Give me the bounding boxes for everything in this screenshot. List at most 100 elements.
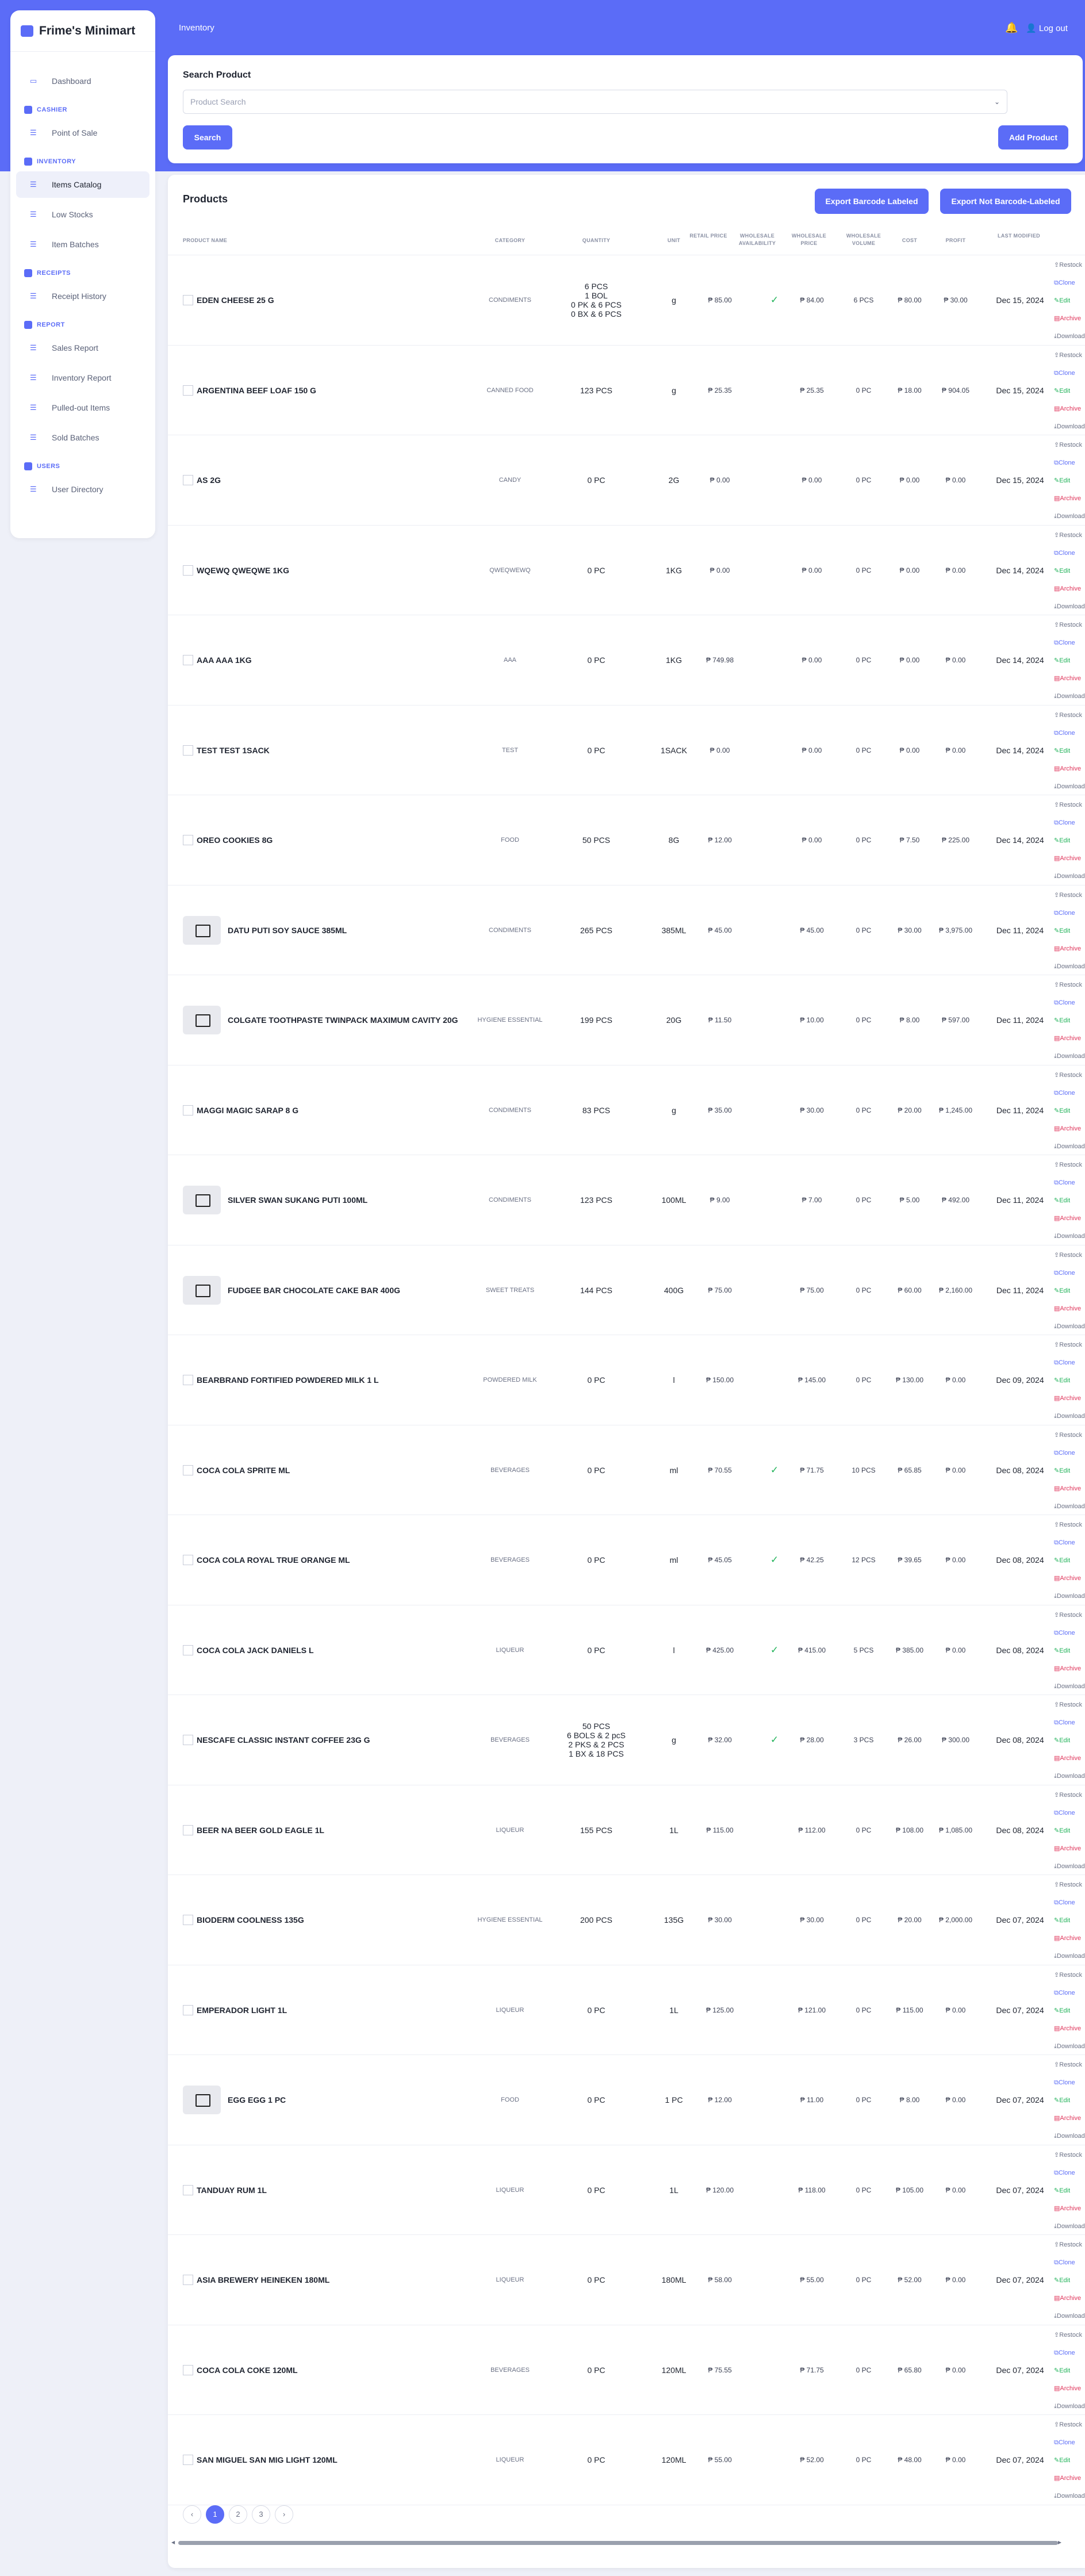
clone-button[interactable]: ⧉Clone <box>1054 1984 1085 2002</box>
restock-button[interactable]: ⇪Restock <box>1054 2056 1085 2074</box>
restock-button[interactable]: ⇪Restock <box>1054 2326 1085 2344</box>
col-product-name[interactable]: PRODUCT NAME <box>183 237 227 244</box>
sidebar-item-low-stocks[interactable]: ☰ Low Stocks <box>16 201 149 228</box>
archive-button[interactable]: ▤Archive <box>1054 940 1085 958</box>
archive-button[interactable]: ▤Archive <box>1054 490 1085 508</box>
clone-button[interactable]: ⧉Clone <box>1054 1534 1085 1552</box>
col-category[interactable]: CATEGORY <box>481 237 539 244</box>
archive-button[interactable]: ▤Archive <box>1054 2200 1085 2218</box>
archive-button[interactable]: ▤Archive <box>1054 2020 1085 2038</box>
download-button[interactable]: ⤓Download <box>1054 868 1085 885</box>
archive-button[interactable]: ▤Archive <box>1054 760 1085 778</box>
restock-button[interactable]: ⇪Restock <box>1054 527 1085 545</box>
clone-button[interactable]: ⧉Clone <box>1054 724 1085 742</box>
archive-button[interactable]: ▤Archive <box>1054 670 1085 688</box>
download-button[interactable]: ⤓Download <box>1054 1138 1085 1156</box>
restock-button[interactable]: ⇪Restock <box>1054 256 1085 274</box>
archive-button[interactable]: ▤Archive <box>1054 2470 1085 2487</box>
edit-button[interactable]: ✎Edit <box>1054 652 1085 670</box>
col-wholesale-availability[interactable]: WHOLESALE AVAILABILITY <box>723 232 792 247</box>
edit-button[interactable]: ✎Edit <box>1054 292 1085 310</box>
brand[interactable]: Frime's Minimart <box>10 10 155 52</box>
restock-button[interactable]: ⇪Restock <box>1054 1067 1085 1084</box>
clone-button[interactable]: ⧉Clone <box>1054 1804 1085 1822</box>
sidebar-item-items-catalog[interactable]: ☰ Items Catalog <box>16 171 149 198</box>
download-button[interactable]: ⤓Download <box>1054 2128 1085 2145</box>
clone-button[interactable]: ⧉Clone <box>1054 274 1085 292</box>
restock-button[interactable]: ⇪Restock <box>1054 436 1085 454</box>
download-button[interactable]: ⤓Download <box>1054 778 1085 796</box>
archive-button[interactable]: ▤Archive <box>1054 1300 1085 1318</box>
col-wholesale-price[interactable]: WHOLESALE PRICE <box>786 232 832 247</box>
clone-button[interactable]: ⧉Clone <box>1054 2164 1085 2182</box>
clone-button[interactable]: ⧉Clone <box>1054 1894 1085 1912</box>
clone-button[interactable]: ⧉Clone <box>1054 994 1085 1012</box>
col-cost[interactable]: COST <box>890 237 930 244</box>
clone-button[interactable]: ⧉Clone <box>1054 1084 1085 1102</box>
archive-button[interactable]: ▤Archive <box>1054 400 1085 418</box>
clone-button[interactable]: ⧉Clone <box>1054 454 1085 472</box>
edit-button[interactable]: ✎Edit <box>1054 832 1085 850</box>
archive-button[interactable]: ▤Archive <box>1054 2110 1085 2128</box>
download-button[interactable]: ⤓Download <box>1054 1858 1085 1876</box>
edit-button[interactable]: ✎Edit <box>1054 1552 1085 1570</box>
archive-button[interactable]: ▤Archive <box>1054 310 1085 328</box>
download-button[interactable]: ⤓Download <box>1054 1048 1085 1065</box>
edit-button[interactable]: ✎Edit <box>1054 1102 1085 1120</box>
clone-button[interactable]: ⧉Clone <box>1054 545 1085 562</box>
restock-button[interactable]: ⇪Restock <box>1054 616 1085 634</box>
archive-button[interactable]: ▤Archive <box>1054 1750 1085 1768</box>
edit-button[interactable]: ✎Edit <box>1054 1372 1085 1390</box>
product-search-select[interactable]: Product Search ⌄ <box>183 90 1007 114</box>
clone-button[interactable]: ⧉Clone <box>1054 814 1085 832</box>
archive-button[interactable]: ▤Archive <box>1054 1840 1085 1858</box>
restock-button[interactable]: ⇪Restock <box>1054 1787 1085 1804</box>
archive-button[interactable]: ▤Archive <box>1054 2380 1085 2398</box>
clone-button[interactable]: ⧉Clone <box>1054 1444 1085 1462</box>
archive-button[interactable]: ▤Archive <box>1054 1030 1085 1048</box>
download-button[interactable]: ⤓Download <box>1054 418 1085 436</box>
archive-button[interactable]: ▤Archive <box>1054 580 1085 598</box>
download-button[interactable]: ⤓Download <box>1054 328 1085 346</box>
edit-button[interactable]: ✎Edit <box>1054 2002 1085 2020</box>
sidebar-item-item-batches[interactable]: ☰ Item Batches <box>16 231 149 258</box>
download-button[interactable]: ⤓Download <box>1054 1408 1085 1425</box>
download-button[interactable]: ⤓Download <box>1054 1768 1085 1785</box>
export-not-barcode-labeled-button[interactable]: Export Not Barcode-Labeled <box>940 189 1071 214</box>
horizontal-scrollbar[interactable]: ◀ ▶ <box>171 2540 1061 2546</box>
page-3-button[interactable]: 3 <box>252 2505 270 2524</box>
logout-button[interactable]: 👤 Log out <box>1026 23 1068 33</box>
clone-button[interactable]: ⧉Clone <box>1054 1174 1085 1192</box>
restock-button[interactable]: ⇪Restock <box>1054 1696 1085 1714</box>
download-button[interactable]: ⤓Download <box>1054 1228 1085 1245</box>
scrollbar-thumb[interactable] <box>178 2541 1058 2545</box>
download-button[interactable]: ⤓Download <box>1054 2487 1085 2505</box>
download-button[interactable]: ⤓Download <box>1054 2307 1085 2325</box>
edit-button[interactable]: ✎Edit <box>1054 1012 1085 1030</box>
restock-button[interactable]: ⇪Restock <box>1054 1427 1085 1444</box>
restock-button[interactable]: ⇪Restock <box>1054 2146 1085 2164</box>
download-button[interactable]: ⤓Download <box>1054 2038 1085 2056</box>
edit-button[interactable]: ✎Edit <box>1054 922 1085 940</box>
clone-button[interactable]: ⧉Clone <box>1054 634 1085 652</box>
archive-button[interactable]: ▤Archive <box>1054 1210 1085 1228</box>
download-button[interactable]: ⤓Download <box>1054 2218 1085 2236</box>
clone-button[interactable]: ⧉Clone <box>1054 1714 1085 1732</box>
archive-button[interactable]: ▤Archive <box>1054 1390 1085 1408</box>
col-quantity[interactable]: QUANTITY <box>568 237 625 244</box>
sidebar-item-inventory-report[interactable]: ☰ Inventory Report <box>16 365 149 391</box>
page-2-button[interactable]: 2 <box>229 2505 247 2524</box>
edit-button[interactable]: ✎Edit <box>1054 2182 1085 2200</box>
restock-button[interactable]: ⇪Restock <box>1054 707 1085 724</box>
restock-button[interactable]: ⇪Restock <box>1054 796 1085 814</box>
download-button[interactable]: ⤓Download <box>1054 958 1085 976</box>
archive-button[interactable]: ▤Archive <box>1054 1660 1085 1678</box>
restock-button[interactable]: ⇪Restock <box>1054 1336 1085 1354</box>
download-button[interactable]: ⤓Download <box>1054 1498 1085 1516</box>
download-button[interactable]: ⤓Download <box>1054 688 1085 706</box>
page-1-button[interactable]: 1 <box>206 2505 224 2524</box>
prev-page-button[interactable]: ‹ <box>183 2505 201 2524</box>
clone-button[interactable]: ⧉Clone <box>1054 2344 1085 2362</box>
archive-button[interactable]: ▤Archive <box>1054 2290 1085 2307</box>
edit-button[interactable]: ✎Edit <box>1054 1912 1085 1930</box>
